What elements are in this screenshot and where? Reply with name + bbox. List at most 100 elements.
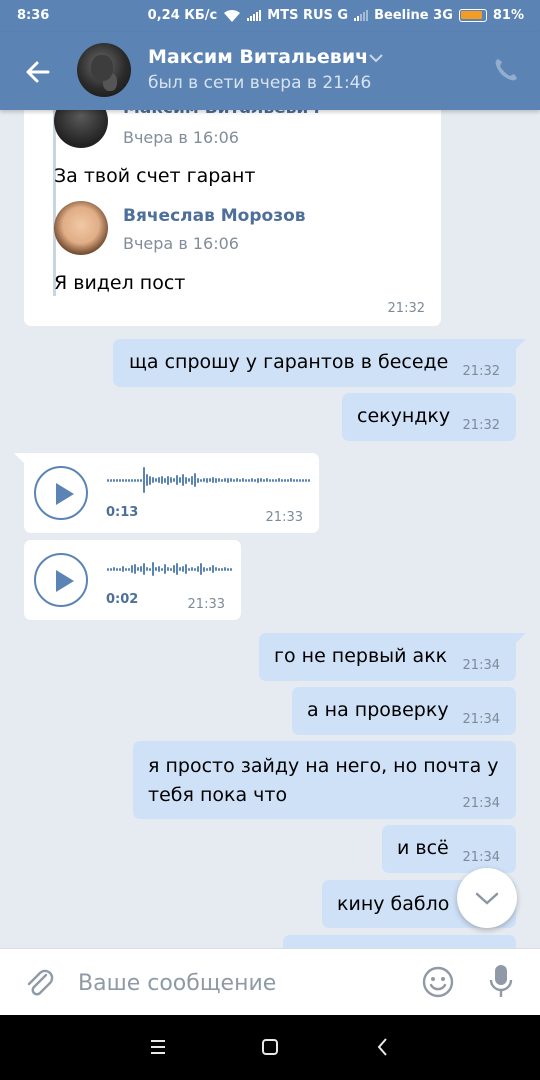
- phone-icon[interactable]: [492, 56, 520, 84]
- waveform-bar: [179, 567, 181, 571]
- waveform-bar: [293, 478, 295, 482]
- waveform-bar: [221, 567, 223, 571]
- status-bar: 8:36 0,24 КБ/с MTS RUS G Beeline 3G 81%: [0, 0, 540, 32]
- chevron-down-icon: [475, 892, 499, 905]
- voice-message[interactable]: 0:13 21:33: [14, 453, 319, 533]
- avatar: [54, 201, 108, 255]
- waveform-bar: [227, 567, 229, 571]
- waveform-bar: [125, 478, 127, 482]
- paperclip-icon[interactable]: [22, 965, 56, 999]
- forward-bar: [53, 110, 56, 296]
- voice-message[interactable]: 0:02 21:33: [24, 540, 241, 620]
- waveform-bar: [134, 478, 136, 482]
- waveform-bar: [131, 478, 133, 482]
- waveform-bar: [131, 565, 133, 573]
- voice-waveform[interactable]: [107, 467, 310, 493]
- outgoing-message[interactable]: а на проверку 21:34: [292, 687, 516, 735]
- waveform-bar: [248, 478, 250, 482]
- waveform-bar: [215, 567, 217, 571]
- outgoing-message[interactable]: я просто зайду на него, но почта у тебя …: [133, 741, 516, 819]
- forward-date: Вчера в 16:06: [123, 234, 239, 253]
- signal-icon: [247, 10, 262, 21]
- forwarded-message[interactable]: Максим Витальевич Вчера в 16:06 За твой …: [24, 110, 441, 326]
- wifi-icon: [224, 9, 241, 22]
- microphone-icon[interactable]: [488, 963, 514, 1001]
- message-text-line: я просто зайду на него, но почта у: [148, 755, 499, 777]
- back-icon[interactable]: [371, 1035, 395, 1059]
- arrow-left-icon[interactable]: [20, 54, 56, 90]
- waveform-bar: [182, 474, 184, 486]
- avatar[interactable]: [77, 43, 131, 97]
- waveform-bar: [176, 563, 178, 575]
- waveform-bar: [119, 478, 121, 482]
- waveform-bar: [233, 478, 235, 482]
- play-icon[interactable]: [34, 553, 88, 607]
- waveform-bar: [206, 477, 208, 483]
- network-speed: 0,24 КБ/с: [147, 8, 218, 23]
- smile-icon[interactable]: [421, 965, 455, 999]
- waveform-bar: [212, 477, 214, 483]
- waveform-bar: [146, 474, 148, 486]
- signal-icon: [354, 10, 369, 21]
- waveform-bar: [272, 478, 274, 482]
- waveform-bar: [176, 475, 178, 485]
- waveform-bar: [242, 478, 244, 482]
- waveform-bar: [194, 473, 196, 487]
- waveform-bar: [218, 478, 220, 482]
- waveform-bar: [125, 567, 127, 571]
- avatar: [54, 110, 108, 148]
- outgoing-message[interactable]: и всё 21:34: [382, 825, 516, 873]
- message-time: 21:34: [462, 850, 500, 865]
- waveform-bar: [140, 566, 142, 572]
- waveform-bar: [191, 567, 193, 571]
- scroll-down-button[interactable]: [457, 868, 517, 928]
- waveform-bar: [167, 475, 169, 485]
- voice-waveform[interactable]: [107, 556, 232, 582]
- outgoing-message[interactable]: [283, 935, 516, 948]
- message-list[interactable]: Максим Витальевич Вчера в 16:06 За твой …: [0, 110, 540, 948]
- waveform-bar: [188, 478, 190, 482]
- contact-status: был в сети вчера в 21:46: [148, 73, 372, 93]
- outgoing-message[interactable]: ща спрошу у гарантов в беседе 21:32: [113, 339, 526, 387]
- waveform-bar: [134, 564, 136, 574]
- waveform-bar: [158, 566, 160, 572]
- waveform-bar: [194, 567, 196, 571]
- message-input[interactable]: [78, 966, 398, 1000]
- waveform-bar: [170, 567, 172, 571]
- waveform-bar: [113, 567, 115, 571]
- waveform-bar: [164, 477, 166, 483]
- forward-sender-name[interactable]: Вячеслав Морозов: [123, 206, 306, 226]
- message-text: секундку: [357, 405, 451, 427]
- battery-level: 81%: [492, 8, 524, 23]
- home-icon[interactable]: [258, 1035, 282, 1059]
- waveform-bar: [170, 477, 172, 483]
- waveform-bar: [173, 478, 175, 482]
- waveform-bar: [296, 478, 298, 482]
- outgoing-message[interactable]: го не первый акк 21:34: [259, 633, 526, 681]
- message-text: а на проверку: [307, 699, 449, 721]
- play-icon[interactable]: [34, 466, 88, 520]
- waveform-bar: [287, 478, 289, 482]
- waveform-bar: [110, 478, 112, 482]
- menu-icon[interactable]: [146, 1035, 170, 1059]
- waveform-bar: [149, 475, 151, 485]
- waveform-bar: [185, 476, 187, 484]
- waveform-bar: [167, 567, 169, 571]
- waveform-bar: [191, 475, 193, 485]
- waveform-bar: [257, 477, 259, 483]
- waveform-bar: [200, 563, 202, 575]
- waveform-bar: [278, 478, 280, 482]
- message-time: 21:32: [387, 301, 425, 316]
- forward-sender-name[interactable]: Максим Витальевич: [123, 110, 320, 118]
- waveform-bar: [302, 478, 304, 482]
- waveform-bar: [236, 478, 238, 482]
- contact-name[interactable]: Максим Витальевич: [148, 46, 368, 68]
- waveform-bar: [152, 562, 154, 576]
- waveform-bar: [107, 567, 109, 571]
- waveform-bar: [251, 478, 253, 482]
- waveform-bar: [203, 566, 205, 572]
- waveform-bar: [245, 478, 247, 482]
- chevron-down-icon[interactable]: [369, 54, 383, 64]
- waveform-bar: [275, 478, 277, 482]
- outgoing-message[interactable]: секундку 21:32: [342, 393, 516, 441]
